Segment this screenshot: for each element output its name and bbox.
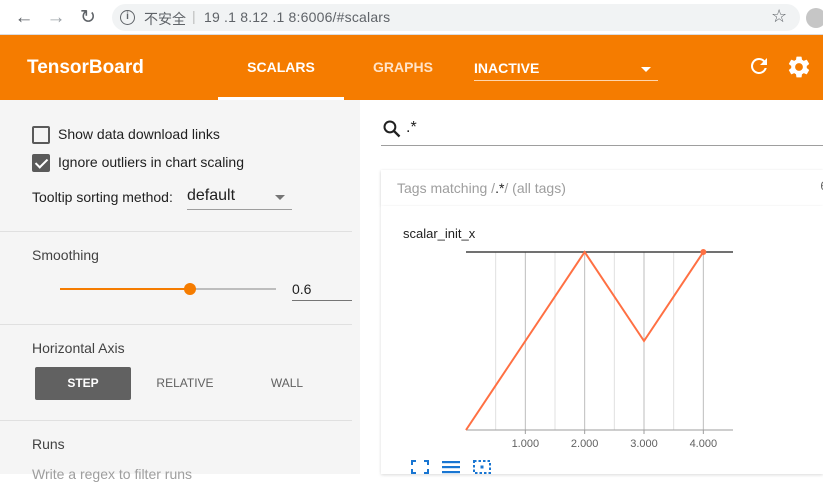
tab-scalars[interactable]: SCALARS — [218, 35, 344, 100]
fit-domain-icon[interactable] — [473, 460, 491, 474]
fullscreen-icon[interactable] — [411, 460, 429, 474]
list-icon[interactable] — [442, 460, 460, 474]
runs-filter-input[interactable]: Write a regex to filter runs — [32, 466, 192, 482]
ignore-outliers-checkbox[interactable] — [32, 154, 50, 172]
show-download-links-checkbox[interactable] — [32, 126, 50, 144]
address-bar[interactable]: i 不安全 | 19 .1 8.12 .1 8:6006/#scalars — [112, 4, 800, 31]
x-tick-label: 2.000 — [571, 438, 599, 450]
ignore-outliers-label: Ignore outliers in chart scaling — [58, 154, 244, 170]
gear-icon[interactable] — [786, 54, 812, 80]
axis-wall-button[interactable]: WALL — [239, 367, 335, 400]
scalar-chart[interactable]: 1.000 2.000 3.000 4.000 — [381, 206, 823, 474]
horizontal-axis-title: Horizontal Axis — [32, 340, 125, 356]
inactive-dropdown-label: INACTIVE — [474, 60, 540, 76]
axis-relative-button[interactable]: RELATIVE — [137, 367, 233, 400]
tooltip-sorting-select[interactable]: default — [187, 184, 292, 210]
runs-title: Runs — [32, 436, 65, 452]
tooltip-sorting-value: default — [187, 187, 236, 204]
smoothing-title: Smoothing — [32, 247, 99, 263]
app-toolbar: TensorBoard SCALARS GRAPHS INACTIVE — [0, 35, 823, 100]
reload-icon[interactable] — [747, 54, 771, 78]
sidebar: Show data download links Ignore outliers… — [0, 100, 360, 482]
search-underline — [381, 145, 823, 146]
tags-regex: .* — [495, 180, 505, 196]
show-download-links-label: Show data download links — [58, 126, 220, 142]
back-icon[interactable]: ← — [12, 6, 36, 30]
tags-header[interactable]: Tags matching /.*/ (all tags) 6 — [381, 170, 823, 206]
smoothing-slider-knob[interactable] — [184, 283, 196, 295]
tags-suffix: / (all tags) — [504, 180, 566, 196]
browser-chrome: ← → ↻ i 不安全 | 19 .1 8.12 .1 8:6006/#scal… — [0, 0, 823, 35]
chart-card: scalar_init_x 1.000 2.000 3.000 4.000 — [381, 206, 823, 474]
series-end-point — [700, 249, 707, 255]
profile-avatar[interactable] — [806, 8, 823, 28]
smoothing-slider-track[interactable] — [190, 288, 276, 290]
browser-reload-icon[interactable]: ↻ — [76, 6, 100, 30]
chevron-down-icon — [275, 195, 285, 200]
star-icon[interactable]: ☆ — [771, 6, 787, 27]
smoothing-value: 0.6 — [292, 281, 312, 297]
divider — [0, 324, 352, 325]
axis-step-button[interactable]: STEP — [35, 367, 131, 400]
x-tick-label: 1.000 — [512, 438, 540, 450]
x-tick-label: 3.000 — [630, 438, 658, 450]
x-tick-label: 4.000 — [690, 438, 718, 450]
smoothing-slider-fill[interactable] — [60, 288, 190, 290]
app-title: TensorBoard — [27, 57, 144, 78]
url-text[interactable]: 19 .1 8.12 .1 8:6006/#scalars — [204, 9, 390, 25]
search-icon — [383, 120, 401, 138]
security-label: 不安全 — [144, 11, 186, 27]
tags-matching-label: Tags matching /.*/ (all tags) — [397, 180, 566, 196]
tab-graphs[interactable]: GRAPHS — [346, 35, 460, 100]
smoothing-input[interactable]: 0.6 — [292, 278, 352, 301]
inactive-dropdown[interactable]: INACTIVE — [474, 57, 658, 81]
omnibox-separator: | — [192, 8, 196, 24]
info-icon[interactable]: i — [120, 10, 135, 25]
divider — [0, 420, 352, 421]
divider — [0, 231, 352, 232]
tags-prefix: Tags matching / — [397, 180, 496, 196]
chevron-down-icon — [641, 67, 651, 72]
tooltip-sorting-label: Tooltip sorting method: — [32, 189, 173, 205]
tag-search-input[interactable]: .* — [406, 119, 417, 137]
forward-icon[interactable]: → — [44, 6, 68, 30]
